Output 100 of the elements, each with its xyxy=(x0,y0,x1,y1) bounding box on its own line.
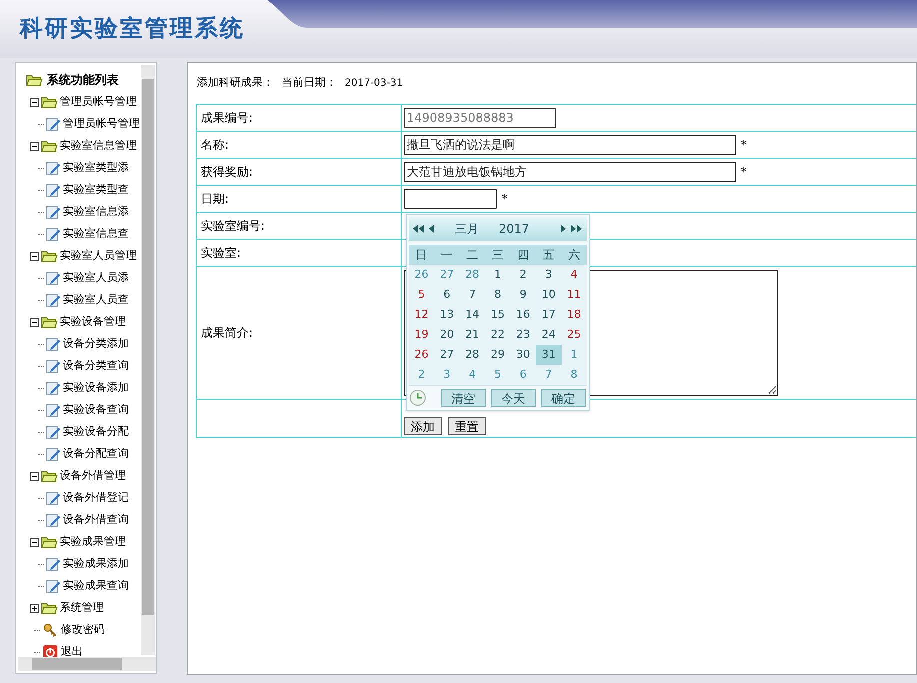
tree-link-item[interactable]: 实验室信息添 xyxy=(63,204,129,220)
notepad-pencil-icon xyxy=(46,182,61,198)
field-label: 日期: xyxy=(201,191,230,208)
calendar-day[interactable]: 13 xyxy=(434,305,460,325)
vertical-scrollbar[interactable] xyxy=(141,65,155,655)
calendar-day[interactable]: 18 xyxy=(562,305,587,325)
calendar-day[interactable]: 3 xyxy=(536,265,562,285)
expand-icon[interactable] xyxy=(30,604,39,612)
tree-group-item[interactable]: 设备外借管理 xyxy=(60,468,126,484)
collapse-icon[interactable] xyxy=(30,98,39,106)
tree-link-item[interactable]: 实验成果添加 xyxy=(63,556,129,572)
text-field[interactable]: 撒旦飞洒的说法是啊 xyxy=(404,135,736,155)
tree-link-item[interactable]: 设备分配查询 xyxy=(63,446,129,462)
calendar-action-button[interactable]: 确定 xyxy=(541,389,586,407)
calendar-day[interactable]: 28 xyxy=(460,345,486,365)
text-field[interactable]: 14908935088883 xyxy=(404,108,556,128)
tree-link-item[interactable]: 实验室类型添 xyxy=(63,160,129,176)
form-button[interactable]: 添加 xyxy=(404,417,442,435)
tree-link-item[interactable]: 设备外借查询 xyxy=(63,512,129,528)
collapse-icon[interactable] xyxy=(30,538,39,546)
text-field[interactable]: 大范甘迪放电饭锅地方 xyxy=(404,162,736,182)
previous-year-icon[interactable] xyxy=(413,224,425,234)
next-year-icon[interactable] xyxy=(571,224,583,234)
notepad-pencil-icon xyxy=(46,270,61,286)
form-button[interactable]: 重置 xyxy=(448,417,486,435)
tree-group-item[interactable]: 系统管理 xyxy=(60,600,104,616)
folder-icon xyxy=(41,602,58,614)
calendar-day[interactable]: 8 xyxy=(485,285,511,305)
collapse-icon[interactable] xyxy=(30,318,39,326)
tree-link-item[interactable]: 实验设备查询 xyxy=(63,402,129,418)
tree-link-item[interactable]: 设备分类查询 xyxy=(63,358,129,374)
calendar-day[interactable]: 15 xyxy=(485,305,511,325)
app-title: 科研实验室管理系统 xyxy=(20,14,245,44)
tree-link-item[interactable]: 设备分类添加 xyxy=(63,336,129,352)
next-month-icon[interactable] xyxy=(561,224,567,234)
horizontal-scrollbar[interactable] xyxy=(18,657,156,671)
calendar-day[interactable]: 9 xyxy=(510,285,536,305)
calendar-day[interactable]: 30 xyxy=(510,345,536,365)
collapse-icon[interactable] xyxy=(30,142,39,150)
notepad-pencil-icon xyxy=(46,490,61,506)
page-heading: 添加科研成果： xyxy=(197,74,274,91)
calendar-day[interactable]: 7 xyxy=(460,285,486,305)
notepad-pencil-icon xyxy=(46,402,61,418)
key-icon xyxy=(43,622,58,638)
tree-link-item[interactable]: 实验设备添加 xyxy=(63,380,129,396)
calendar-day[interactable]: 11 xyxy=(562,285,587,305)
tree-link-item[interactable]: 实验成果查询 xyxy=(63,578,129,594)
calendar-year[interactable]: 2017 xyxy=(499,220,530,238)
notepad-pencil-icon xyxy=(46,358,61,374)
calendar-day[interactable]: 24 xyxy=(536,325,562,345)
calendar-day[interactable]: 12 xyxy=(409,305,434,325)
calendar-day[interactable]: 25 xyxy=(562,325,587,345)
calendar-day[interactable]: 10 xyxy=(536,285,562,305)
collapse-icon[interactable] xyxy=(30,252,39,260)
tree-link-item[interactable]: 实验室信息查 xyxy=(63,226,129,242)
notepad-pencil-icon xyxy=(46,292,61,308)
calendar-day[interactable]: 4 xyxy=(562,265,587,285)
previous-month-icon[interactable] xyxy=(429,224,435,234)
calendar-day[interactable]: 27 xyxy=(434,345,460,365)
calendar-day[interactable]: 14 xyxy=(460,305,486,325)
calendar-month[interactable]: 三月 xyxy=(455,220,479,238)
calendar-day[interactable]: 16 xyxy=(510,305,536,325)
tree-group-item[interactable]: 实验室信息管理 xyxy=(60,138,137,154)
tree-group-item[interactable]: 实验室人员管理 xyxy=(60,248,137,264)
date-label: 当前日期： xyxy=(282,74,337,91)
notepad-pencil-icon xyxy=(46,424,61,440)
tree-link-item[interactable]: 退出 xyxy=(61,644,83,660)
tree-group-item[interactable]: 实验成果管理 xyxy=(60,534,126,550)
calendar-action-button[interactable]: 今天 xyxy=(491,389,536,407)
tree-link-item[interactable]: 修改密码 xyxy=(61,622,105,638)
calendar-day[interactable]: 22 xyxy=(485,325,511,345)
tree-group-item[interactable]: 管理员帐号管理 xyxy=(60,94,137,110)
tree-link-item[interactable]: 实验室人员添 xyxy=(63,270,129,286)
calendar-day[interactable]: 5 xyxy=(409,285,434,305)
calendar-day[interactable]: 20 xyxy=(434,325,460,345)
calendar-day[interactable]: 31 xyxy=(536,345,562,365)
calendar-day[interactable]: 6 xyxy=(434,285,460,305)
collapse-icon[interactable] xyxy=(30,472,39,480)
tree-link-item[interactable]: 实验室人员查 xyxy=(63,292,129,308)
calendar-day[interactable]: 23 xyxy=(510,325,536,345)
tree-group-item[interactable]: 实验设备管理 xyxy=(60,314,126,330)
calendar-day[interactable]: 21 xyxy=(460,325,486,345)
tree-root-label: 系统功能列表 xyxy=(47,72,119,89)
clock-icon[interactable] xyxy=(409,389,427,407)
notepad-pencil-icon xyxy=(46,336,61,352)
notepad-pencil-icon xyxy=(46,204,61,220)
folder-icon xyxy=(26,74,43,86)
tree-link-item[interactable]: 实验室类型查 xyxy=(63,182,129,198)
notepad-pencil-icon xyxy=(46,226,61,242)
tree-link-item[interactable]: 管理员帐号管理 xyxy=(63,116,140,132)
calendar-action-button[interactable]: 清空 xyxy=(441,389,486,407)
calendar-day[interactable]: 1 xyxy=(485,265,511,285)
tree-link-item[interactable]: 设备外借登记 xyxy=(63,490,129,506)
date-field[interactable] xyxy=(404,189,497,209)
calendar-day[interactable]: 29 xyxy=(485,345,511,365)
calendar-day[interactable]: 17 xyxy=(536,305,562,325)
calendar-day[interactable]: 19 xyxy=(409,325,434,345)
calendar-day[interactable]: 26 xyxy=(409,345,434,365)
calendar-day[interactable]: 2 xyxy=(510,265,536,285)
tree-link-item[interactable]: 实验设备分配 xyxy=(63,424,129,440)
